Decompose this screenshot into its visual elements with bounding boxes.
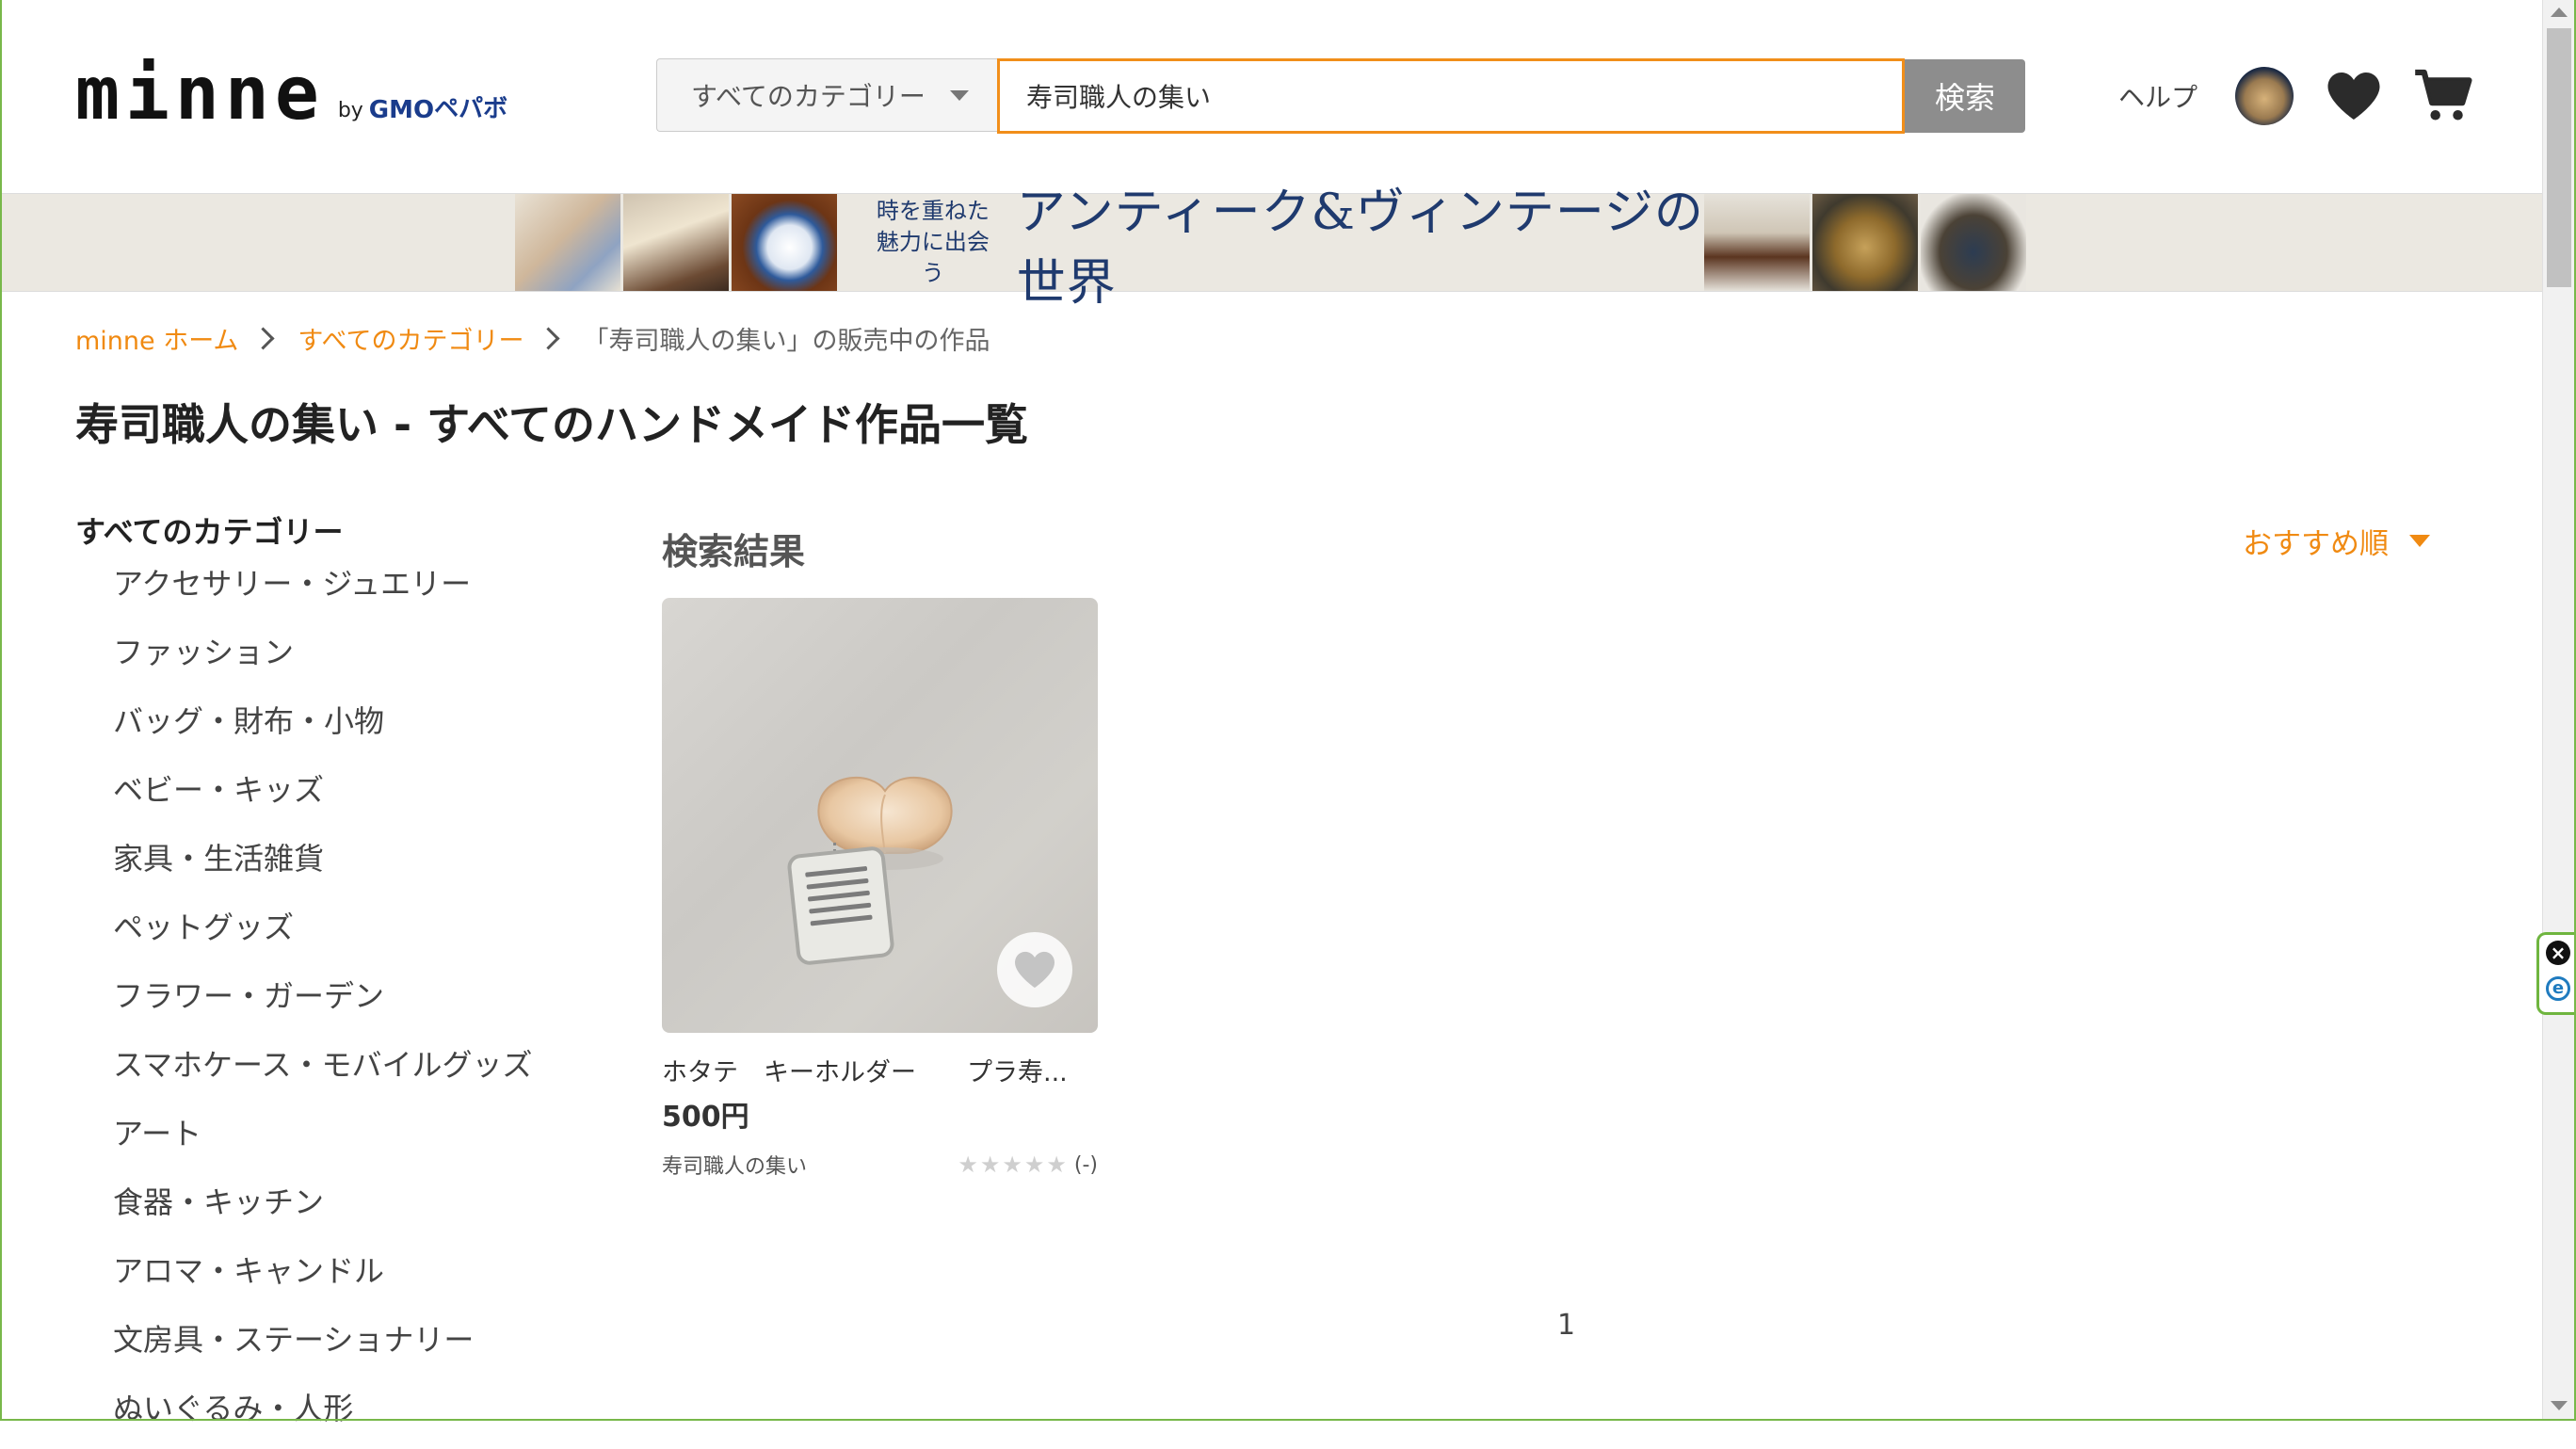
chevron-right-icon xyxy=(251,327,275,350)
header-actions: ヘルプ xyxy=(2118,66,2472,126)
banner-text: 時を重ねた 魅力に出会う アンティーク&ヴィンテージの世界 xyxy=(840,185,1704,312)
banner-photo-lamp xyxy=(623,194,729,291)
caret-down-icon xyxy=(2409,535,2430,547)
sidebar-item-accessory[interactable]: アクセサリー・ジュエリー xyxy=(113,555,603,624)
results-title: 検索結果 xyxy=(662,531,806,572)
product-image[interactable] xyxy=(662,598,1098,1033)
breadcrumb-home[interactable]: minne ホーム xyxy=(75,320,238,357)
banner-photo-tray xyxy=(1812,194,1918,291)
sidebar-item-dolls[interactable]: ぬいぐるみ・人形 xyxy=(113,1380,603,1449)
product-shop[interactable]: 寿司職人の集い xyxy=(662,1150,807,1180)
product-card[interactable]: ホタテ キーホルダー プラ寿... 500円 寿司職人の集い ★ ★ ★ ★ ★… xyxy=(662,598,1098,1180)
minne-logo[interactable]: minne by GMO ペパボ xyxy=(75,56,507,132)
avatar[interactable] xyxy=(2235,67,2294,125)
logo-gmo-text: GMO xyxy=(368,96,435,124)
breadcrumb-category[interactable]: すべてのカテゴリー xyxy=(298,320,523,357)
page-title: 寿司職人の集い - すべてのハンドメイド作品一覧 xyxy=(75,399,1029,450)
search-button[interactable]: 検索 xyxy=(1905,59,2025,133)
scroll-down-icon[interactable] xyxy=(2551,1401,2568,1410)
banner-photo-figurine xyxy=(515,194,620,291)
product-rating: ★ ★ ★ ★ ★ (-) xyxy=(956,1153,1098,1177)
banner-content: 時を重ねた 魅力に出会う アンティーク&ヴィンテージの世界 xyxy=(515,185,2029,312)
sidebar-item-art[interactable]: アート xyxy=(113,1105,603,1174)
scrollbar-thumb[interactable] xyxy=(2547,28,2571,287)
product-meta: 寿司職人の集い ★ ★ ★ ★ ★ (-) xyxy=(662,1150,1098,1180)
sidebar-heading[interactable]: すべてのカテゴリー xyxy=(75,508,603,555)
scrollbar[interactable] xyxy=(2542,0,2575,1421)
sidebar-item-fashion[interactable]: ファッション xyxy=(113,624,603,693)
category-sidebar: すべてのカテゴリー アクセサリー・ジュエリー ファッション バッグ・財布・小物 … xyxy=(75,508,603,1449)
banner-photo-vase xyxy=(1921,194,2026,291)
sort-dropdown[interactable]: おすすめ順 xyxy=(2243,520,2430,562)
heart-icon[interactable] xyxy=(2326,70,2382,122)
chevron-right-icon xyxy=(537,327,560,350)
product-name[interactable]: ホタテ キーホルダー プラ寿... xyxy=(662,1052,1098,1087)
category-select[interactable]: すべてのカテゴリー xyxy=(656,58,997,132)
sidebar-item-pet[interactable]: ペットグッズ xyxy=(113,899,603,968)
help-link[interactable]: ヘルプ xyxy=(2118,77,2198,115)
sidebar-item-flower[interactable]: フラワー・ガーデン xyxy=(113,968,603,1037)
promo-banner[interactable]: 時を重ねた 魅力に出会う アンティーク&ヴィンテージの世界 xyxy=(0,185,2542,312)
cart-icon[interactable] xyxy=(2414,69,2472,123)
logo-by-text: by xyxy=(337,99,363,122)
site-header: minne by GMO ペパボ すべてのカテゴリー 検索 ヘルプ xyxy=(0,0,2542,193)
sidebar-item-stationery[interactable]: 文房具・ステーショナリー xyxy=(113,1312,603,1380)
sidebar-item-bags[interactable]: バッグ・財布・小物 xyxy=(113,693,603,762)
banner-tagline-line2: 魅力に出会う xyxy=(876,229,990,286)
product-photo-tag xyxy=(786,845,895,967)
sidebar-category-list: アクセサリー・ジュエリー ファッション バッグ・財布・小物 ベビー・キッズ 家具… xyxy=(75,555,603,1449)
star-icon: ★ xyxy=(1002,1151,1022,1178)
logo-wordmark: minne xyxy=(75,52,325,137)
favorite-button[interactable] xyxy=(997,932,1072,1007)
breadcrumb: minne ホーム すべてのカテゴリー 「寿司職人の集い」の販売中の作品 xyxy=(75,320,990,357)
sidebar-item-aroma[interactable]: アロマ・キャンドル xyxy=(113,1243,603,1312)
extension-widget: × e xyxy=(2536,932,2576,1015)
star-icon: ★ xyxy=(958,1151,978,1178)
banner-tagline-line1: 時を重ねた xyxy=(876,198,990,224)
category-select-label: すべてのカテゴリー xyxy=(691,81,926,112)
sidebar-item-furniture[interactable]: 家具・生活雑貨 xyxy=(113,830,603,899)
rating-count: (-) xyxy=(1073,1152,1098,1177)
logo-pepabo-text: ペパボ xyxy=(434,95,508,123)
extension-e-icon[interactable]: e xyxy=(2546,976,2570,1001)
close-icon[interactable]: × xyxy=(2546,941,2570,965)
star-icon: ★ xyxy=(979,1151,1001,1178)
chevron-down-icon xyxy=(950,89,969,101)
banner-photo-teacup xyxy=(732,194,837,291)
pagination-current-page[interactable]: 1 xyxy=(1557,1309,1575,1342)
sidebar-item-baby-kids[interactable]: ベビー・キッズ xyxy=(113,762,603,830)
banner-headline: アンティーク&ヴィンテージの世界 xyxy=(1016,184,1704,312)
scroll-up-icon[interactable] xyxy=(2551,8,2568,17)
star-icon: ★ xyxy=(1046,1151,1067,1178)
banner-photo-chair xyxy=(1704,194,1810,291)
sidebar-item-smartphone[interactable]: スマホケース・モバイルグッズ xyxy=(113,1037,603,1105)
sidebar-item-kitchen[interactable]: 食器・キッチン xyxy=(113,1174,603,1243)
sort-label: おすすめ順 xyxy=(2243,527,2389,561)
product-price: 500円 xyxy=(662,1101,749,1134)
star-icon: ★ xyxy=(1023,1151,1045,1178)
breadcrumb-current: 「寿司職人の集い」の販売中の作品 xyxy=(583,327,990,356)
search-bar: すべてのカテゴリー 検索 xyxy=(656,58,2025,134)
banner-tagline: 時を重ねた 魅力に出会う xyxy=(874,196,992,289)
heart-icon xyxy=(1015,951,1055,989)
search-input[interactable] xyxy=(997,58,1905,134)
